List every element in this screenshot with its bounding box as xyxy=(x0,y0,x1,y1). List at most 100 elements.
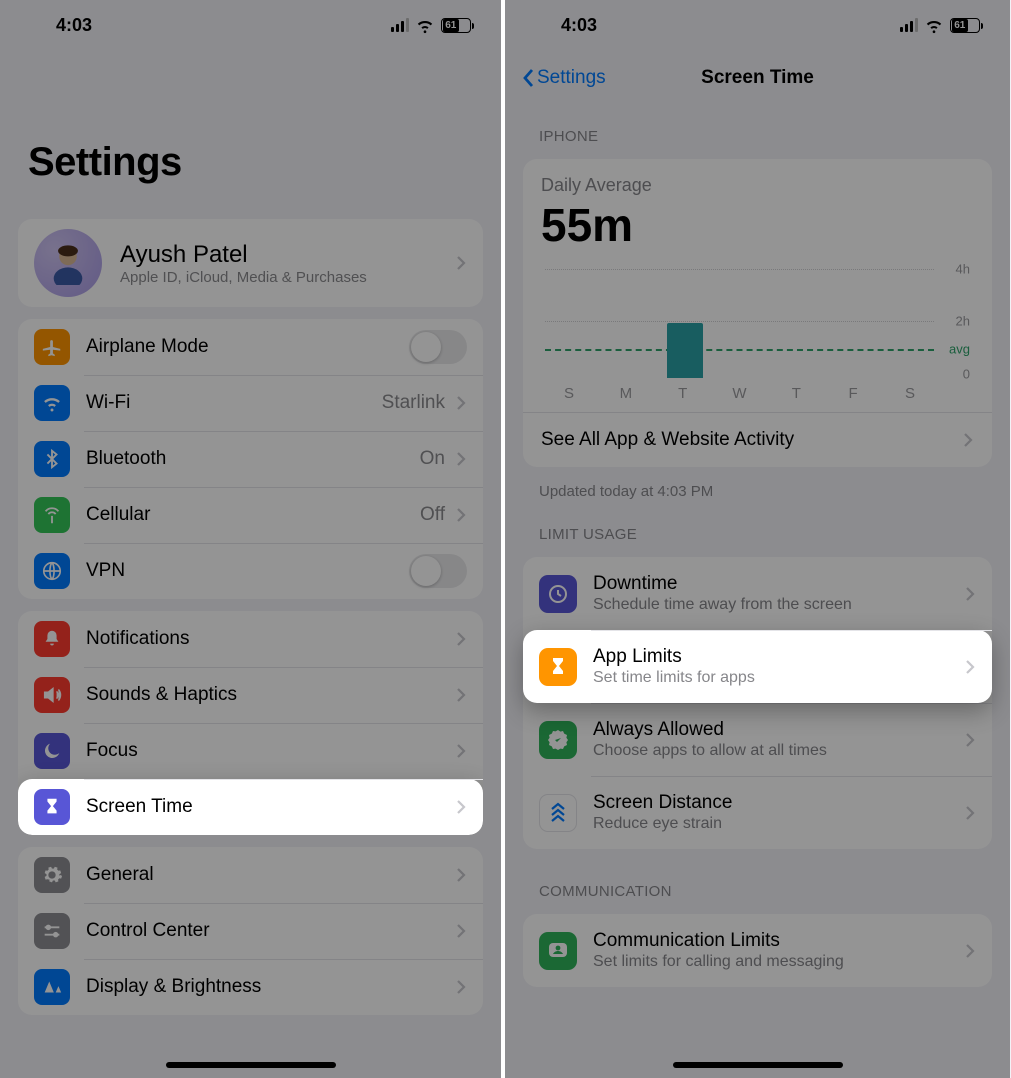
general-group: General Control Center Display & Brightn… xyxy=(18,847,483,1015)
updated-footer: Updated today at 4:03 PM xyxy=(505,475,1010,500)
screen-time-screen: 4:03 61 Settings Screen Time IPHONE Dail… xyxy=(505,0,1010,1078)
checkmark-seal-icon xyxy=(539,721,577,759)
chevron-right-icon xyxy=(962,432,974,448)
screen-time-row[interactable]: Screen Time xyxy=(18,779,483,835)
hourglass-icon xyxy=(34,789,70,825)
always-allowed-row[interactable]: Always AllowedChoose apps to allow at al… xyxy=(523,703,992,776)
connectivity-group: Airplane Mode Wi-Fi Starlink Bluetooth O… xyxy=(18,319,483,599)
sounds-label: Sounds & Haptics xyxy=(86,684,451,706)
cellular-row[interactable]: Cellular Off xyxy=(18,487,483,543)
status-bar: 4:03 61 xyxy=(0,0,501,50)
home-indicator[interactable] xyxy=(166,1062,336,1068)
chevron-right-icon xyxy=(964,943,976,959)
apple-id-row[interactable]: Ayush Patel Apple ID, iCloud, Media & Pu… xyxy=(18,219,483,307)
back-button[interactable]: Settings xyxy=(521,67,606,89)
chevron-right-icon xyxy=(455,743,467,759)
moon-icon xyxy=(34,733,70,769)
status-time: 4:03 xyxy=(561,15,597,36)
battery-icon: 61 xyxy=(950,18,980,33)
vpn-label: VPN xyxy=(86,560,409,582)
screen-time-label: Screen Time xyxy=(86,796,451,818)
downtime-row[interactable]: DowntimeSchedule time away from the scre… xyxy=(523,557,992,630)
notifications-row[interactable]: Notifications xyxy=(18,611,483,667)
always-allowed-sub: Choose apps to allow at all times xyxy=(593,742,960,760)
communication-limits-title: Communication Limits xyxy=(593,930,960,952)
airplane-toggle[interactable] xyxy=(409,330,467,364)
chevron-right-icon xyxy=(964,732,976,748)
wifi-row[interactable]: Wi-Fi Starlink xyxy=(18,375,483,431)
nav-bar: Settings Screen Time xyxy=(505,54,1010,102)
home-indicator[interactable] xyxy=(673,1062,843,1068)
focus-label: Focus xyxy=(86,740,451,762)
usage-summary-card: Daily Average 55m 4h 2h avg 0 S M T W T … xyxy=(523,159,992,467)
notifications-label: Notifications xyxy=(86,628,451,650)
downtime-icon xyxy=(539,575,577,613)
chevron-right-icon xyxy=(455,923,467,939)
vpn-toggle[interactable] xyxy=(409,554,467,588)
sounds-row[interactable]: Sounds & Haptics xyxy=(18,667,483,723)
see-all-activity-row[interactable]: See All App & Website Activity xyxy=(523,413,992,467)
bluetooth-row[interactable]: Bluetooth On xyxy=(18,431,483,487)
bluetooth-value: On xyxy=(420,448,445,470)
back-label: Settings xyxy=(537,67,606,89)
wifi-icon xyxy=(34,385,70,421)
profile-name: Ayush Patel xyxy=(120,241,451,269)
cellular-signal-icon xyxy=(900,18,918,32)
section-header-iphone: IPHONE xyxy=(505,102,1010,151)
cellular-signal-icon xyxy=(391,18,409,32)
general-row[interactable]: General xyxy=(18,847,483,903)
screen-distance-sub: Reduce eye strain xyxy=(593,815,960,833)
chevron-right-icon xyxy=(455,631,467,647)
general-label: General xyxy=(86,864,451,886)
app-limits-title: App Limits xyxy=(593,646,960,668)
chevron-right-icon xyxy=(964,586,976,602)
settings-root-screen: 4:03 61 Settings Ayush Patel Apple ID, i… xyxy=(0,0,505,1078)
communication-limits-row[interactable]: Communication LimitsSet limits for calli… xyxy=(523,914,992,987)
chevron-right-icon xyxy=(455,979,467,995)
status-bar: 4:03 61 xyxy=(505,0,1010,50)
sliders-icon xyxy=(34,913,70,949)
downtime-sub: Schedule time away from the screen xyxy=(593,596,960,614)
chevron-right-icon xyxy=(964,659,976,675)
chevron-right-icon xyxy=(455,687,467,703)
chevron-left-icon xyxy=(521,68,535,88)
daily-average-value: 55m xyxy=(541,198,974,252)
cellular-label: Cellular xyxy=(86,504,420,526)
downtime-title: Downtime xyxy=(593,573,960,595)
display-brightness-row[interactable]: Display & Brightness xyxy=(18,959,483,1015)
focus-row[interactable]: Focus xyxy=(18,723,483,779)
airplane-icon xyxy=(34,329,70,365)
section-header-comm: COMMUNICATION xyxy=(505,857,1010,906)
communication-limits-sub: Set limits for calling and messaging xyxy=(593,953,960,971)
usage-chart[interactable]: 4h 2h avg 0 S M T W T F S xyxy=(545,262,970,402)
wifi-label: Wi-Fi xyxy=(86,392,382,414)
airplane-label: Airplane Mode xyxy=(86,336,409,358)
communication-group: Communication LimitsSet limits for calli… xyxy=(523,914,992,987)
gear-icon xyxy=(34,857,70,893)
wifi-icon xyxy=(924,15,944,35)
app-limits-sub: Set time limits for apps xyxy=(593,669,960,687)
always-allowed-title: Always Allowed xyxy=(593,719,960,741)
avatar xyxy=(34,229,102,297)
airplane-mode-row[interactable]: Airplane Mode xyxy=(18,319,483,375)
chevrons-up-icon xyxy=(539,794,577,832)
control-center-row[interactable]: Control Center xyxy=(18,903,483,959)
globe-icon xyxy=(34,553,70,589)
daily-average-label: Daily Average xyxy=(541,175,974,196)
chart-bar xyxy=(667,323,703,378)
profile-group: Ayush Patel Apple ID, iCloud, Media & Pu… xyxy=(18,219,483,307)
cellular-value: Off xyxy=(420,504,445,526)
screen-distance-row[interactable]: Screen DistanceReduce eye strain xyxy=(523,776,992,849)
app-limits-row[interactable]: App LimitsSet time limits for apps xyxy=(523,630,992,703)
section-header-limit: LIMIT USAGE xyxy=(505,500,1010,549)
wifi-value: Starlink xyxy=(382,392,445,414)
bell-icon xyxy=(34,621,70,657)
vpn-row[interactable]: VPN xyxy=(18,543,483,599)
chevron-right-icon xyxy=(455,395,467,411)
hourglass-icon xyxy=(539,648,577,686)
bluetooth-icon xyxy=(34,441,70,477)
chevron-right-icon xyxy=(455,799,467,815)
person-bubble-icon xyxy=(539,932,577,970)
display-label: Display & Brightness xyxy=(86,976,451,998)
status-time: 4:03 xyxy=(56,15,92,36)
